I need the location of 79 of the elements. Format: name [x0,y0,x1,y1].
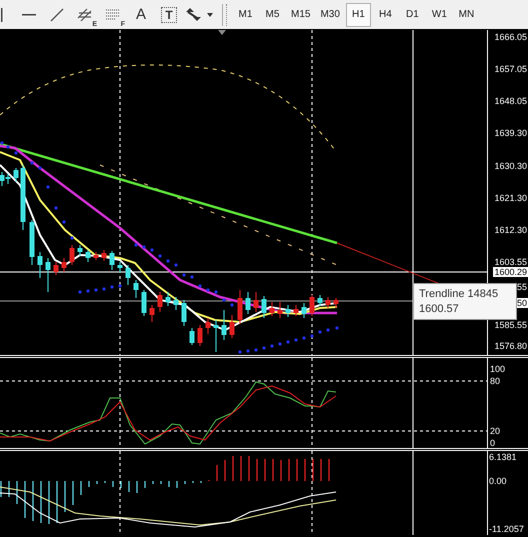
candlestick [262,296,266,318]
candlestick [286,304,290,318]
candlestick [46,258,50,292]
horizontal-line-icon [22,14,36,16]
candlestick [94,252,98,260]
candlestick [326,296,330,308]
candlestick [126,264,130,286]
timeframe-button[interactable]: M1 [233,2,258,26]
candlestick [118,262,122,274]
candlestick [294,304,298,316]
arrows-icon [185,8,215,22]
text-tool[interactable]: A [128,2,154,28]
vertical-line-icon[interactable] [1,8,4,22]
timeframe-button[interactable]: H1 [346,2,371,26]
diagonal-line-icon [50,8,64,22]
candlestick [150,304,154,322]
timeframe-button[interactable]: H4 [372,2,398,26]
candlestick [110,250,114,270]
candlestick [334,298,338,308]
price-label: 1576.80 [494,341,527,351]
candlestick [54,262,58,276]
stochastic-label: 20 [490,426,500,436]
candlestick [310,294,314,316]
candlestick [102,250,106,262]
stochastic-label: 0 [490,438,496,448]
price-label: 55 [516,282,527,292]
timeframe-button[interactable]: MN [454,2,479,26]
price-label: 1657.05 [494,64,527,74]
candlestick [254,292,258,312]
candlestick [214,320,218,352]
candlestick [20,164,26,230]
channel-icon [77,8,93,22]
timeframe-button[interactable]: W1 [426,2,452,26]
price-label: 1666.05 [494,32,527,42]
candlestick [62,258,66,272]
timeframe-button[interactable]: D1 [400,2,425,26]
macd-label: 6.1381 [489,452,517,462]
timeframe-button[interactable]: M5 [260,2,285,26]
timeframe-button[interactable]: M30 [316,2,344,26]
candlestick [38,252,42,278]
candlestick [190,328,194,346]
candlestick [174,296,178,310]
macd-label: 0.00 [489,476,507,486]
price-label: 1630.30 [494,161,527,171]
macd-label: -11.2057 [489,524,524,534]
candlestick [302,302,306,318]
candlestick [70,244,74,266]
stochastic-label: 100 [490,364,506,374]
tooltip-title: Trendline 14845 [419,287,500,302]
candlestick [86,250,90,262]
candlestick [166,292,170,306]
candlestick [270,302,274,316]
label-tool[interactable]: T [161,6,177,22]
candlestick [278,302,282,318]
price-label: 1603.55 [494,257,527,267]
candlestick [318,294,322,306]
price-label: 1648.05 [494,96,527,106]
tooltip-value: 1600.57 [419,302,460,317]
candlestick [78,244,82,256]
candlestick [246,292,250,314]
candlestick [158,292,162,312]
stochastic-label: 80 [490,376,500,386]
price-label: 1612.30 [494,225,527,235]
price-label: 1639.30 [494,128,527,138]
candlestick [142,290,146,316]
price-label: 1621.30 [494,193,527,203]
candlestick [134,280,138,298]
price-label: 1585.55 [494,320,527,330]
candlestick [198,324,202,346]
dotted-lines-icon [105,8,121,20]
candlestick [230,314,234,338]
candlestick [238,290,242,324]
current-price-label: 1600.29 [493,267,528,277]
candlestick [14,168,18,182]
candlestick [30,220,34,266]
candlestick [206,318,210,334]
candlestick [222,310,226,340]
timeframe-button[interactable]: M15 [287,2,314,26]
candlestick [182,300,186,326]
